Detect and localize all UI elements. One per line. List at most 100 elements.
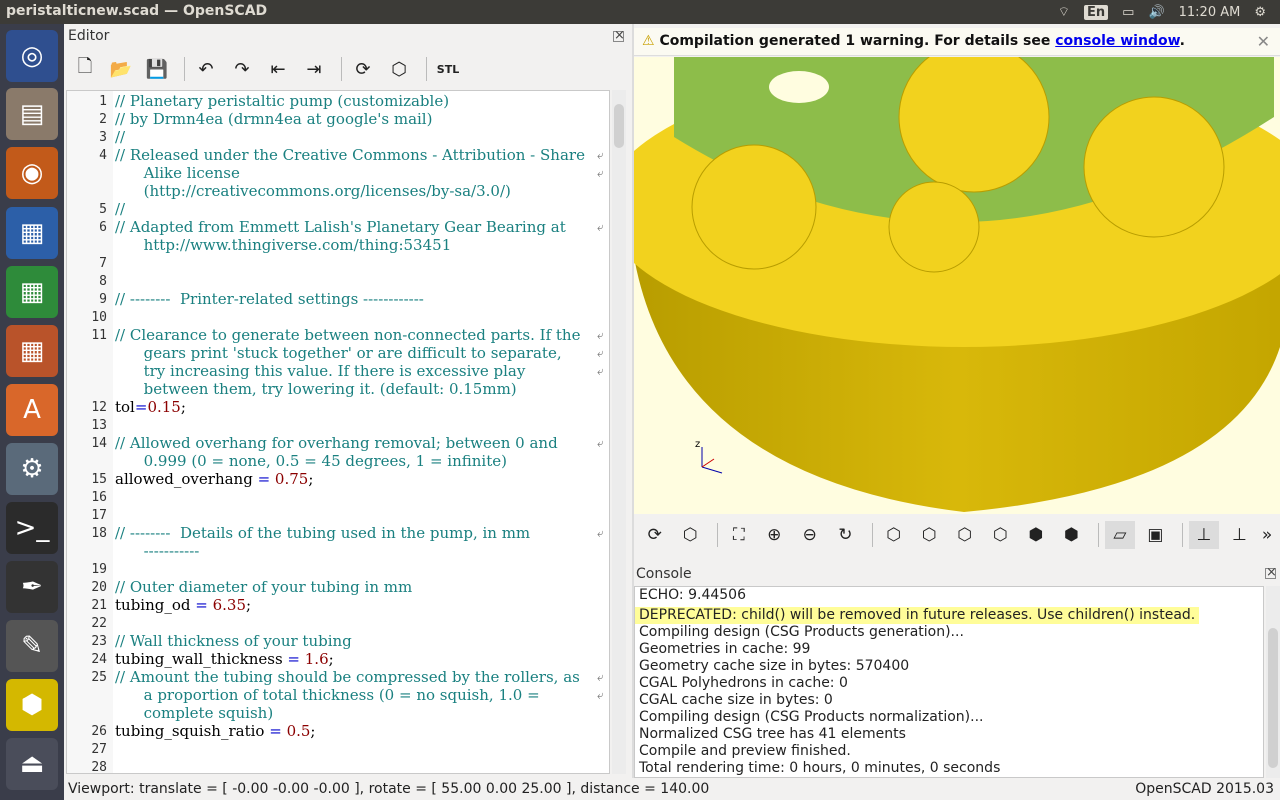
scale-markers-icon[interactable]: ⊥ [1225,521,1255,549]
undo-icon[interactable]: ↶ [191,55,221,83]
system-settings-icon[interactable]: ⚙ [6,443,58,495]
zoom-in-icon[interactable]: ⊕ [760,521,790,549]
console-line: CGAL Polyhedrons in cache: 0 [639,675,848,691]
preview-icon[interactable]: ⟳ [640,521,670,549]
console-line: Normalized CSG tree has 41 elements [639,726,906,742]
inkscape-icon[interactable]: ✒ [6,561,58,613]
battery-icon[interactable]: ▭ [1122,5,1134,20]
export-stl-button[interactable]: STL [433,55,463,83]
writer-icon[interactable]: ▦ [6,207,58,259]
gimp-icon[interactable]: ✎ [6,620,58,672]
console-output[interactable]: ECHO: 9.44506 DEPRECATED: child() will be… [634,586,1264,778]
view-top-icon[interactable]: ⬡ [915,521,945,549]
ubuntu-dash-icon[interactable]: ◎ [6,30,58,82]
render-icon[interactable]: ⬡ [676,521,706,549]
close-icon[interactable]: ✕ [1257,32,1270,51]
code-line: gears print 'stuck together' or are diff… [115,344,562,362]
wrap-indicator-icon: ⤶ [597,166,604,180]
status-bar: Viewport: translate = [ -0.00 -0.00 -0.0… [64,778,1280,800]
render-icon[interactable]: ⬡ [384,55,414,83]
calc-icon[interactable]: ▦ [6,266,58,318]
divider [184,57,185,81]
code-line: try increasing this value. If there is e… [115,362,526,380]
line-number: 5 [99,202,107,217]
line-number: 20 [91,580,107,595]
gear-icon[interactable]: ⚙ [1254,5,1266,20]
orthogonal-icon[interactable]: ▣ [1141,521,1171,549]
wrap-indicator-icon: ⤶ [597,346,604,360]
indent-icon[interactable]: ⇥ [299,55,329,83]
close-icon[interactable]: × [613,29,625,42]
code-line: tol=0.15; [115,398,186,416]
divider [1098,523,1100,547]
software-center-icon[interactable]: A [6,384,58,436]
line-number: 21 [91,598,107,613]
usb-drive-icon[interactable]: ⏏ [6,738,58,790]
view-all-icon[interactable]: ⛶ [724,521,754,549]
launcher: ◎ ▤ ◉ ▦ ▦ ▦ A ⚙ >_ ✒ ✎ ⬢ ⏏ [0,24,64,800]
wrap-indicator-icon: ⤶ [597,148,604,162]
view-right-icon[interactable]: ⬡ [879,521,909,549]
code-line: // Planetary peristaltic pump (customiza… [115,92,450,110]
show-axes-icon[interactable]: ⊥ [1189,521,1219,549]
unindent-icon[interactable]: ⇤ [263,55,293,83]
openscad-icon[interactable]: ⬢ [6,679,58,731]
language-indicator[interactable]: En [1084,4,1109,20]
firefox-icon[interactable]: ◉ [6,147,58,199]
zoom-out-icon[interactable]: ⊖ [795,521,825,549]
model-render: z [634,57,1280,514]
volume-icon[interactable]: 🔊 [1148,5,1164,20]
version-label: OpenSCAD 2015.03 [1135,781,1274,797]
close-icon[interactable]: × [1265,566,1277,579]
new-file-icon[interactable]: 🗋 [70,55,100,83]
console-line: Geometry cache size in bytes: 570400 [639,658,910,674]
code-line: a proportion of total thickness (0 = no … [115,686,540,704]
redo-icon[interactable]: ↷ [227,55,257,83]
open-file-icon[interactable]: 📂 [106,55,136,83]
viewport-status: Viewport: translate = [ -0.00 -0.00 -0.0… [68,781,710,797]
line-number: 13 [91,418,107,433]
perspective-icon[interactable]: ▱ [1105,521,1135,549]
scrollbar-thumb[interactable] [614,104,624,148]
console-title: Console [636,566,692,582]
wifi-icon[interactable]: ⌔ [1058,4,1070,20]
code-line: // -------- Printer-related settings ---… [115,290,424,308]
code-line: http://www.thingiverse.com/thing:53451 [115,236,452,254]
console-window-link[interactable]: console window [1055,33,1179,49]
divider [341,57,342,81]
top-panel: peristalticnew.scad — OpenSCAD ⌔ En ▭ 🔊 … [0,0,1280,24]
editor-panel: Editor × 🗋 📂 💾 ↶ ↷ ⇤ ⇥ ⟳ ⬡ STL 123456789… [64,24,632,778]
3d-viewport[interactable]: z [634,57,1280,514]
console-line: CGAL cache size in bytes: 0 [639,692,833,708]
line-number: 24 [91,652,107,667]
editor-scrollbar[interactable] [612,90,626,774]
view-back-icon[interactable]: ⬢ [1057,521,1087,549]
more-icon[interactable]: » [1260,521,1274,549]
save-file-icon[interactable]: 💾 [142,55,172,83]
code-line: tubing_squish_ratio = 0.5; [115,722,316,740]
scrollbar-thumb[interactable] [1268,628,1278,768]
line-number: 3 [99,130,107,145]
console-line: Geometries in cache: 99 [639,641,811,657]
console-scrollbar[interactable] [1266,586,1280,778]
wrap-indicator-icon: ⤶ [597,220,604,234]
code-line: // Outer diameter of your tubing in mm [115,578,413,596]
window-title: peristalticnew.scad — OpenSCAD [6,3,268,19]
terminal-icon[interactable]: >_ [6,502,58,554]
line-number: 9 [99,292,107,307]
impress-icon[interactable]: ▦ [6,325,58,377]
line-number: 11 [91,328,107,343]
clock[interactable]: 11:20 AM [1179,5,1241,20]
view-left-icon[interactable]: ⬡ [986,521,1016,549]
view-front-icon[interactable]: ⬢ [1021,521,1051,549]
reset-view-icon[interactable]: ↻ [831,521,861,549]
line-number: 8 [99,274,107,289]
preview-icon[interactable]: ⟳ [348,55,378,83]
line-number: 27 [91,742,107,757]
code-line: // Adapted from Emmett Lalish's Planetar… [115,218,566,236]
files-icon[interactable]: ▤ [6,88,58,140]
view-bottom-icon[interactable]: ⬡ [950,521,980,549]
code-editor[interactable]: 1 2 3 4 5 6 7 8 9 10 11 12 13 14 15 16 17 18 19 20 21 22 23 24 2… [66,90,610,774]
line-number: 12 [91,400,107,415]
divider [717,523,719,547]
